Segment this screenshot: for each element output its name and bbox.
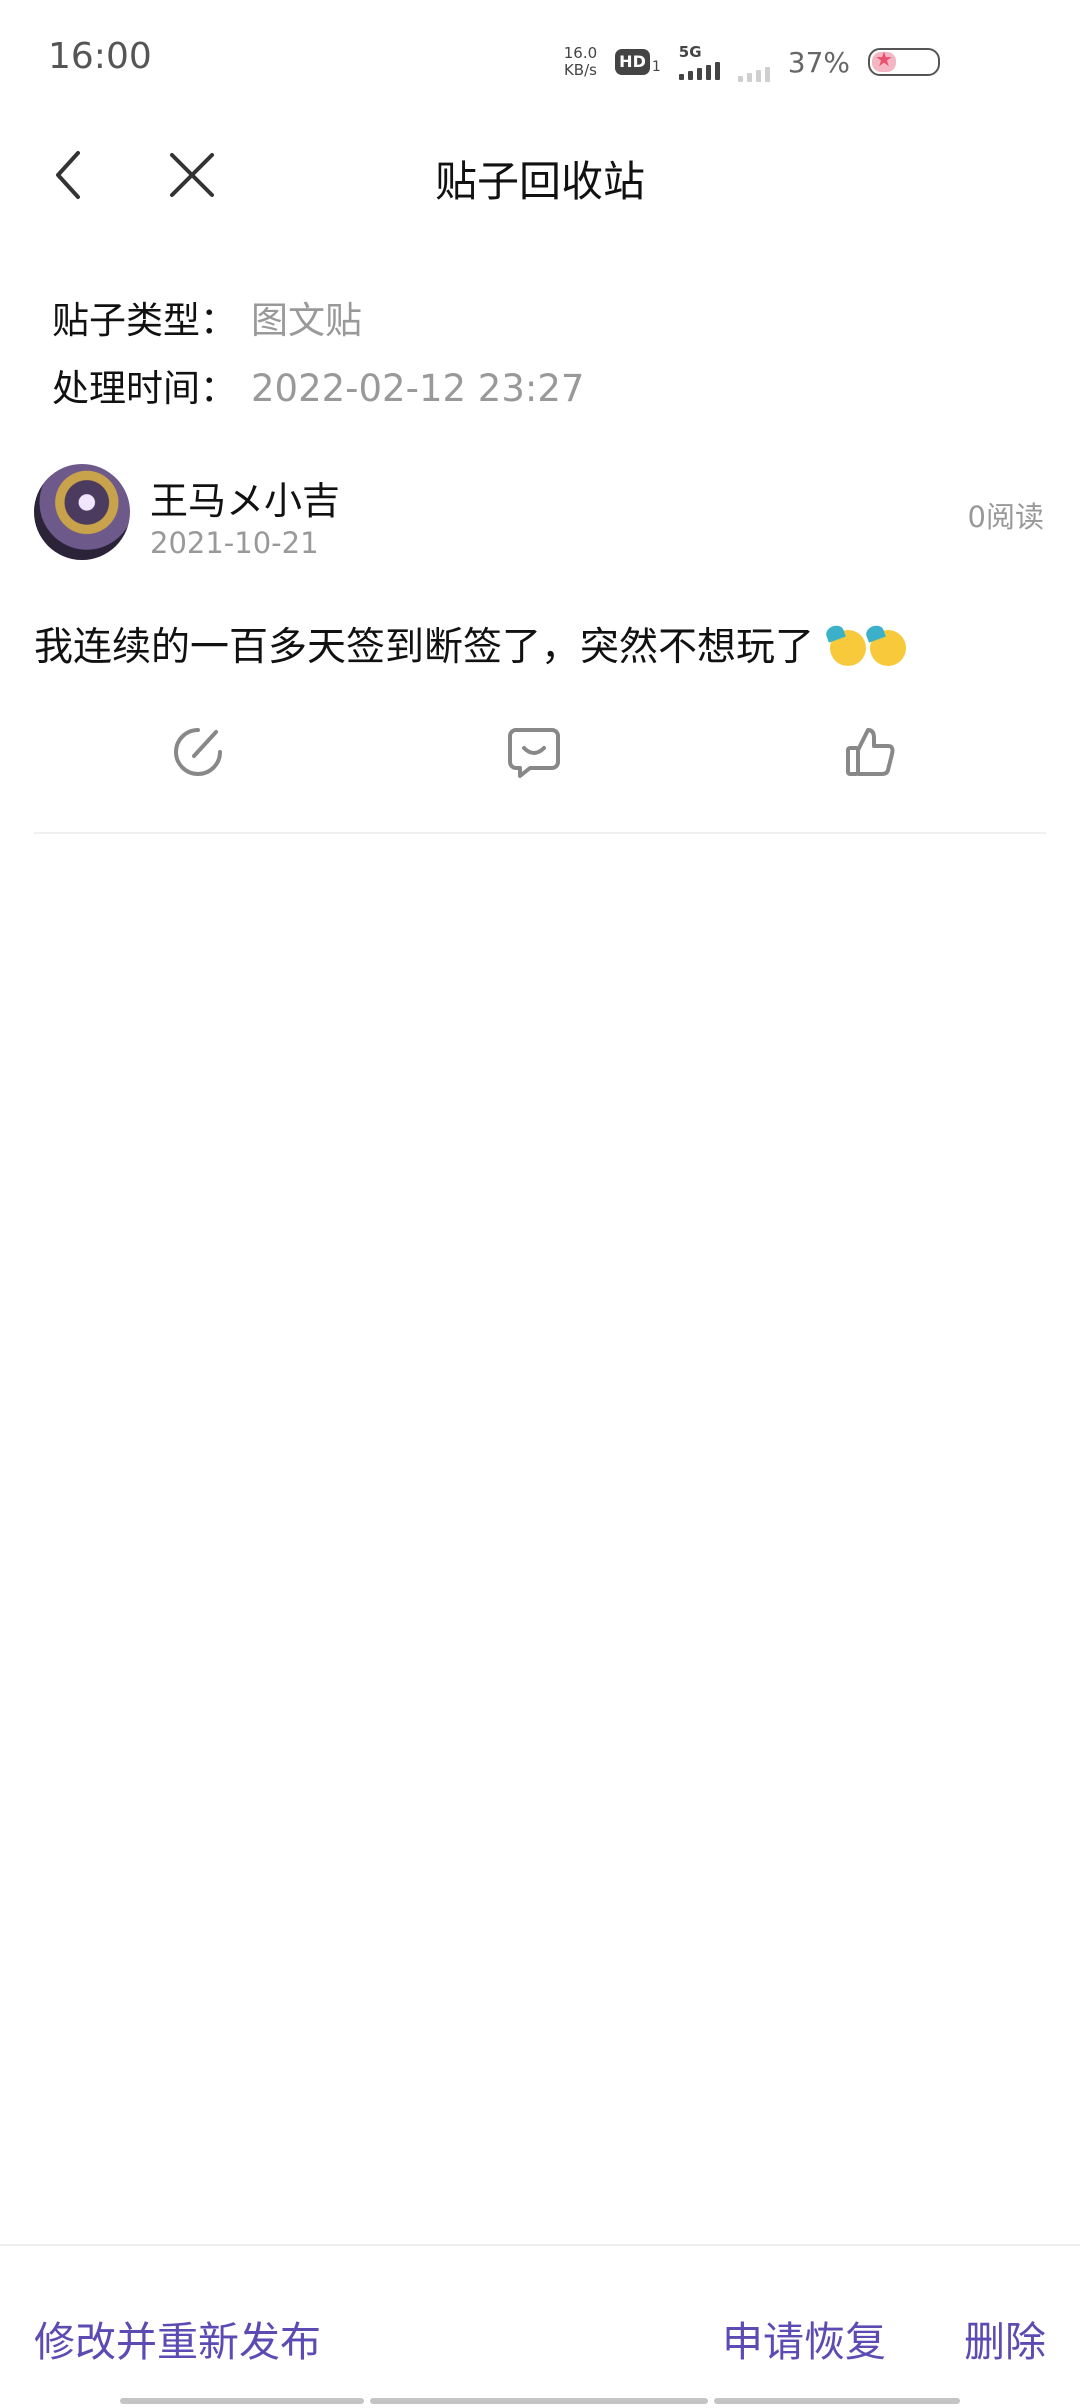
post-content: 我连续的一百多天签到断签了，突然不想玩了 [34,616,907,672]
author-name[interactable]: 王马メ小吉 [150,470,340,525]
comment-button[interactable] [506,724,562,780]
divider [34,832,1046,834]
signal-5g-icon: 5G [678,44,720,80]
network-speed-unit: KB/s [563,61,597,79]
nav-indicator-left [120,2398,364,2404]
like-button[interactable] [842,724,898,780]
post-date: 2021-10-21 [150,526,319,560]
nav-indicator-right [714,2398,960,2404]
app-header: 贴子回收站 [0,120,1080,230]
request-restore-button[interactable]: 申请恢复 [722,2308,886,2368]
status-indicators: 16.0 KB/s HD 1 5G 37% ★ [564,40,940,84]
battery-icon: ★ [868,48,940,76]
party-face-emoji-icon [870,630,907,666]
status-bar: 16:00 16.0 KB/s HD 1 5G 37% ★ [0,0,1080,120]
process-time-value: 2022-02-12 23:27 [251,367,585,410]
post-type-value: 图文贴 [251,299,362,342]
network-speed-value: 16.0 [563,44,598,62]
network-speed: 16.0 KB/s [564,45,597,79]
post-text: 我连续的一百多天签到断签了，突然不想玩了 [34,625,815,670]
post-recycle-bin-page: 16:00 16.0 KB/s HD 1 5G 37% ★ 贴子回收站 贴子类型… [0,0,1080,2408]
post-type-row: 贴子类型： 图文贴 [52,290,362,344]
hd-icon: HD 1 [615,49,661,75]
post-type-label: 贴子类型： [52,299,237,342]
delete-button[interactable]: 删除 [964,2308,1046,2368]
process-time-row: 处理时间： 2022-02-12 23:27 [52,358,584,412]
edit-republish-button[interactable]: 修改并重新发布 [34,2308,321,2368]
process-time-label: 处理时间： [52,367,237,410]
signal-secondary-icon [737,62,770,82]
read-count: 0阅读 [967,500,1044,534]
bottom-action-bar: 修改并重新发布 申请恢复 删除 [0,2244,1080,2408]
share-icon [174,728,222,776]
status-time: 16:00 [48,36,152,77]
nav-indicator-center [370,2398,708,2404]
share-button[interactable] [170,724,226,780]
party-face-emoji-icon [830,630,867,666]
page-title: 贴子回收站 [434,157,645,206]
avatar[interactable] [34,464,130,560]
comment-icon [508,728,560,778]
battery-percent: 37% [787,45,850,79]
thumbs-up-icon [846,728,895,776]
